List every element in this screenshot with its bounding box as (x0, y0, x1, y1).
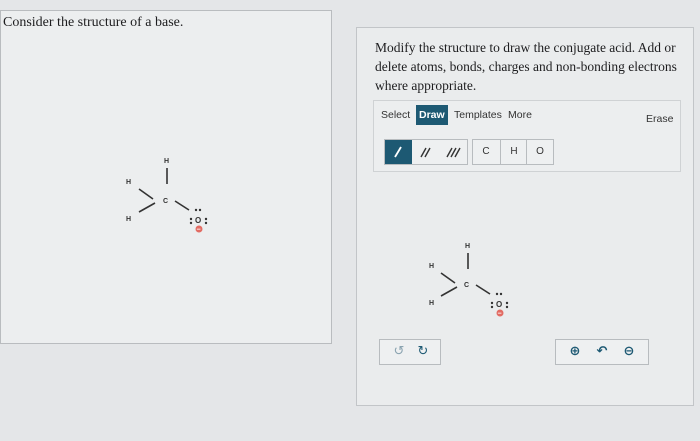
atom-h[interactable]: H (429, 300, 434, 307)
triple-bond-icon (446, 147, 461, 158)
lone-pair-dot (490, 305, 494, 309)
tab-more[interactable]: More (505, 105, 535, 125)
triple-bond-tool[interactable] (439, 140, 467, 164)
reset-zoom-icon[interactable]: ↶ (589, 340, 615, 364)
bond-c-h-left-upper[interactable] (440, 272, 456, 284)
drawing-canvas-structure[interactable]: H H H C O − (417, 233, 537, 333)
lone-pair-dot (499, 292, 503, 296)
bond-tool-group (384, 139, 468, 165)
redo-icon[interactable]: ↻ (412, 340, 434, 364)
answer-panel: Modify the structure to draw the conjuga… (356, 27, 694, 406)
zoom-out-icon[interactable]: ⊖ (616, 340, 642, 364)
lone-pair-dot (194, 208, 198, 212)
atom-h: H (126, 179, 131, 186)
atom-h: H (126, 216, 131, 223)
drawing-toolbar: Select Draw Templates More Erase C H O (373, 100, 681, 172)
lone-pair-dot (204, 221, 208, 225)
question-panel: Consider the structure of a base. H H H … (0, 10, 332, 344)
erase-button[interactable]: Erase (643, 109, 676, 129)
atom-h[interactable]: H (465, 243, 470, 250)
lone-pair-dot (204, 217, 208, 221)
double-bond-tool[interactable] (412, 140, 439, 164)
bond-c-h-left-upper (138, 188, 154, 200)
lone-pair-dot (189, 217, 193, 221)
atom-c: C (163, 198, 168, 205)
bond-c-h-left-lower[interactable] (440, 286, 458, 297)
tab-templates[interactable]: Templates (451, 105, 505, 125)
tab-draw[interactable]: Draw (416, 105, 448, 125)
lone-pair-dot (495, 292, 499, 296)
atom-carbon-tool[interactable]: C (473, 140, 499, 164)
atom-o: O (195, 216, 201, 225)
instructions-text: Modify the structure to draw the conjuga… (375, 40, 677, 93)
zoom-in-icon[interactable]: ⊕ (562, 340, 588, 364)
atom-o[interactable]: O (496, 300, 502, 309)
undo-icon[interactable]: ↺ (388, 340, 410, 364)
lone-pair-dot (505, 305, 509, 309)
lone-pair-dot (189, 221, 193, 225)
bond-c-h-left-lower (138, 202, 156, 213)
single-bond-tool[interactable] (385, 140, 412, 164)
atom-h[interactable]: H (429, 263, 434, 270)
base-structure: H H H C O − (126, 158, 208, 234)
zoom-controls: ⊕ ↶ ⊖ (555, 339, 649, 365)
tab-select[interactable]: Select (378, 105, 413, 125)
bond-c-o[interactable] (475, 284, 491, 295)
charge-label: − (197, 227, 201, 234)
lone-pair-dot (490, 301, 494, 305)
single-bond-icon (394, 146, 402, 158)
lone-pair-dot (198, 208, 202, 212)
charge-label: − (498, 311, 502, 318)
atom-h: H (164, 158, 169, 165)
atom-hydrogen-tool[interactable]: H (500, 140, 527, 164)
atom-c[interactable]: C (464, 282, 469, 289)
bond-c-o (174, 200, 190, 211)
history-controls: ↺ ↻ (379, 339, 441, 365)
double-bond-icon (420, 147, 431, 158)
lone-pair-dot (505, 301, 509, 305)
question-text: Consider the structure of a base. (3, 15, 184, 30)
atom-tool-group: C H O (472, 139, 554, 165)
atom-oxygen-tool[interactable]: O (526, 140, 553, 164)
